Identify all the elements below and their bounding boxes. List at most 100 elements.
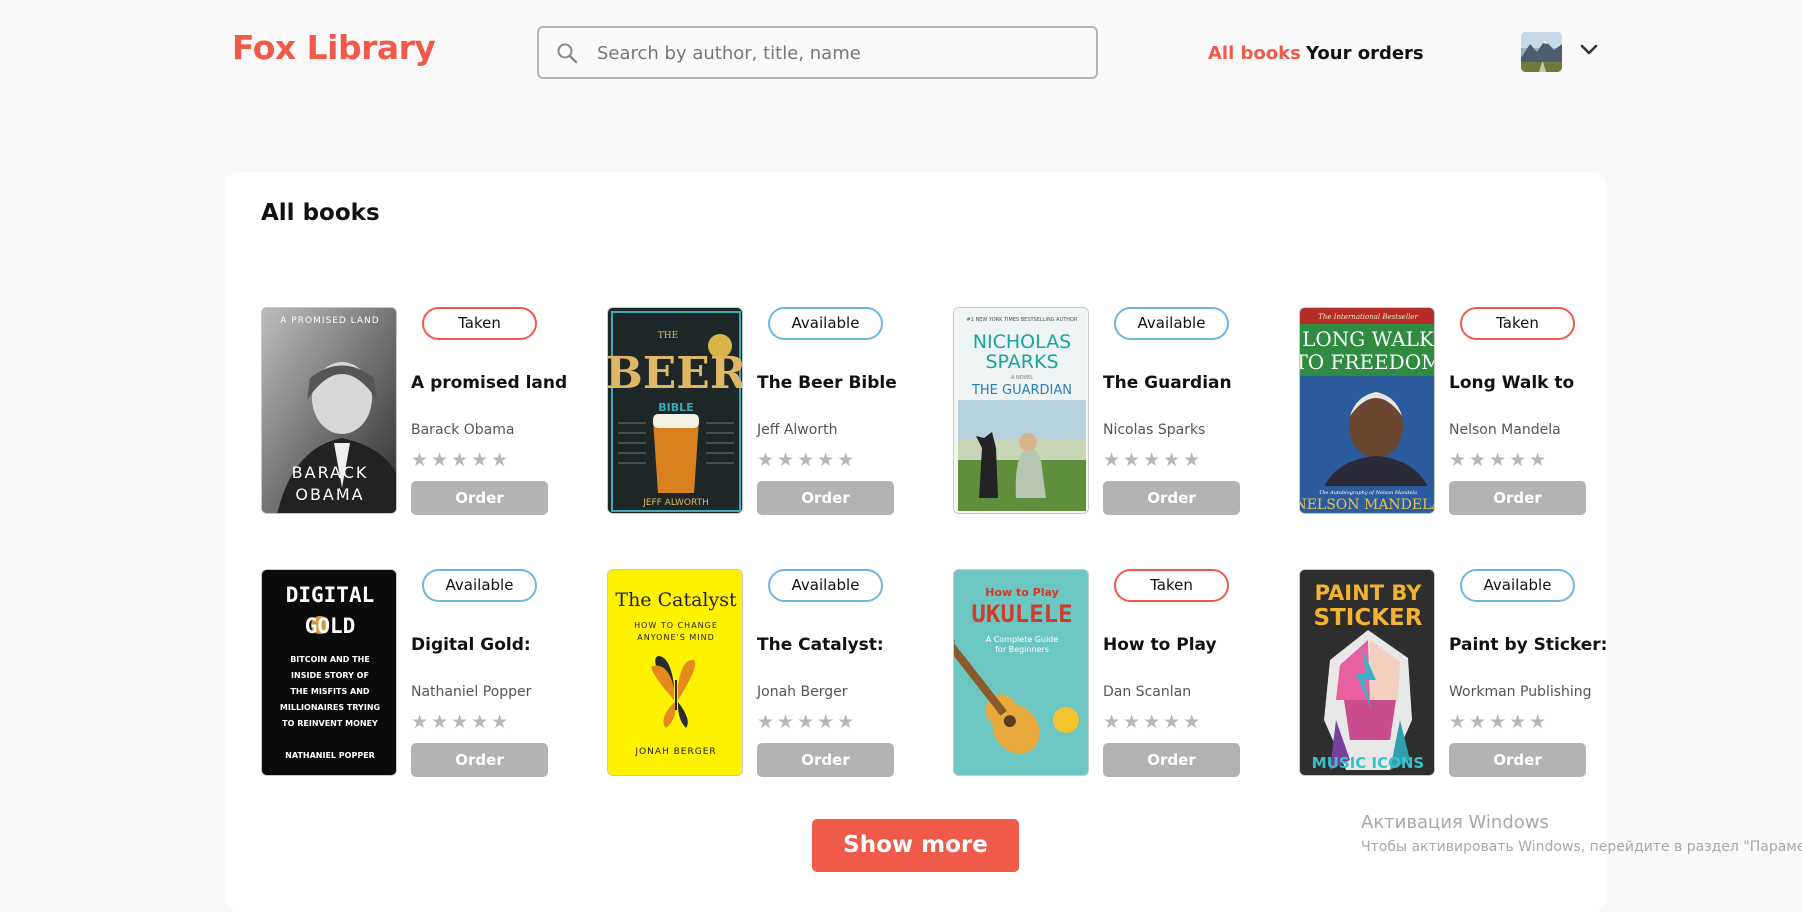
book-author: Nicolas Sparks [1103, 422, 1206, 438]
svg-text:MUSIC ICONS: MUSIC ICONS [1312, 754, 1424, 772]
svg-text:The Autobiography of Nelson Ma: The Autobiography of Nelson Mandela [1319, 490, 1417, 496]
svg-text:A NOVEL: A NOVEL [1011, 375, 1033, 381]
book-card: PAINT BY STICKER MUSIC ICONS Available P… [1299, 569, 1607, 779]
book-cover[interactable]: How to Play UKULELE A Complete Guide for… [953, 569, 1089, 776]
search-input[interactable] [595, 28, 1079, 79]
rating-stars[interactable]: ★★★★★ [1103, 449, 1203, 471]
book-card: DIGITAL GOLD BITCOIN AND THE INSIDE STOR… [261, 569, 561, 779]
book-card: #1 NEW YORK TIMES BESTSELLING AUTHOR NIC… [953, 307, 1253, 517]
rating-stars[interactable]: ★★★★★ [1449, 711, 1549, 733]
book-author: Barack Obama [411, 422, 515, 438]
svg-text:PAINT BY: PAINT BY [1315, 581, 1423, 605]
svg-text:OBAMA: OBAMA [295, 485, 364, 504]
avatar[interactable] [1521, 32, 1562, 72]
svg-text:The Catalyst: The Catalyst [615, 589, 737, 611]
svg-text:BARACK: BARACK [292, 463, 369, 482]
svg-text:NICHOLAS: NICHOLAS [973, 331, 1071, 353]
status-badge: Taken [422, 307, 537, 340]
svg-text:TO REINVENT MONEY: TO REINVENT MONEY [282, 719, 378, 728]
book-title[interactable]: A promised land [411, 373, 567, 393]
book-title[interactable]: How to Play [1103, 635, 1217, 655]
book-title[interactable]: The Guardian [1103, 373, 1232, 393]
book-card: The International Bestseller LONG WALK T… [1299, 307, 1599, 517]
status-badge: Available [1114, 307, 1229, 340]
svg-text:STICKER: STICKER [1314, 605, 1423, 631]
book-card: A PROMISED LAND BARACK OBAMA Taken A pro… [261, 307, 567, 517]
svg-text:MILLIONAIRES TRYING: MILLIONAIRES TRYING [280, 703, 380, 712]
svg-text:ANYONE'S MIND: ANYONE'S MIND [637, 633, 714, 642]
rating-stars[interactable]: ★★★★★ [757, 449, 857, 471]
rating-stars[interactable]: ★★★★★ [757, 711, 857, 733]
chevron-down-icon[interactable] [1580, 44, 1598, 56]
status-badge: Available [422, 569, 537, 602]
svg-text:#1 NEW YORK TIMES BESTSELLING: #1 NEW YORK TIMES BESTSELLING AUTHOR [967, 317, 1078, 323]
order-button[interactable]: Order [757, 743, 894, 777]
status-badge: Available [768, 569, 883, 602]
svg-text:BIBLE: BIBLE [658, 401, 693, 414]
svg-text:JONAH BERGER: JONAH BERGER [634, 747, 716, 757]
book-card: The Catalyst HOW TO CHANGE ANYONE'S MIND… [607, 569, 907, 779]
nav-your-orders[interactable]: Your orders [1306, 43, 1424, 64]
book-title[interactable]: Digital Gold: [411, 635, 531, 655]
svg-text:A PROMISED LAND: A PROMISED LAND [280, 316, 379, 326]
book-cover[interactable]: DIGITAL GOLD BITCOIN AND THE INSIDE STOR… [261, 569, 397, 776]
svg-text:UKULELE: UKULELE [971, 600, 1072, 628]
order-button[interactable]: Order [757, 481, 894, 515]
book-cover[interactable]: The Catalyst HOW TO CHANGE ANYONE'S MIND… [607, 569, 743, 776]
book-card: THE BEER BIBLE JEFF ALWORTH Available Th… [607, 307, 907, 517]
rating-stars[interactable]: ★★★★★ [411, 711, 511, 733]
svg-text:BITCOIN AND THE: BITCOIN AND THE [290, 655, 370, 664]
svg-text:HOW TO CHANGE: HOW TO CHANGE [634, 621, 718, 630]
order-button[interactable]: Order [1103, 743, 1240, 777]
status-badge: Available [1460, 569, 1575, 602]
order-button[interactable]: Order [1103, 481, 1240, 515]
books-panel [225, 172, 1607, 912]
watermark-text: Чтобы активировать Windows, перейдите в … [1361, 839, 1802, 855]
book-cover[interactable]: PAINT BY STICKER MUSIC ICONS [1299, 569, 1435, 776]
book-cover[interactable]: #1 NEW YORK TIMES BESTSELLING AUTHOR NIC… [953, 307, 1089, 514]
order-button[interactable]: Order [411, 481, 548, 515]
page-title: All books [261, 200, 380, 226]
book-author: Jonah Berger [757, 684, 848, 700]
rating-stars[interactable]: ★★★★★ [1449, 449, 1549, 471]
windows-activation-watermark: Активация Windows Чтобы активировать Win… [1361, 812, 1802, 855]
book-title[interactable]: Long Walk to [1449, 373, 1574, 393]
svg-text:THE GUARDIAN: THE GUARDIAN [971, 383, 1072, 398]
svg-text:BEER: BEER [608, 348, 743, 399]
book-card: How to Play UKULELE A Complete Guide for… [953, 569, 1253, 779]
svg-text:NELSON MANDELA: NELSON MANDELA [1300, 497, 1435, 513]
svg-text:How to Play: How to Play [985, 586, 1059, 599]
svg-text:THE: THE [658, 331, 678, 341]
book-author: Jeff Alworth [757, 422, 838, 438]
order-button[interactable]: Order [1449, 743, 1586, 777]
nav-all-books[interactable]: All books [1208, 43, 1301, 64]
watermark-title: Активация Windows [1361, 812, 1549, 833]
order-button[interactable]: Order [411, 743, 548, 777]
book-title[interactable]: The Catalyst: [757, 635, 884, 655]
book-cover[interactable]: The International Bestseller LONG WALK T… [1299, 307, 1435, 514]
search-icon [557, 43, 578, 64]
rating-stars[interactable]: ★★★★★ [411, 449, 511, 471]
svg-text:SPARKS: SPARKS [985, 351, 1058, 373]
svg-text:DIGITAL: DIGITAL [286, 583, 375, 607]
svg-text:A Complete Guide: A Complete Guide [986, 635, 1059, 644]
svg-text:The International Bestseller: The International Bestseller [1318, 313, 1418, 321]
book-title[interactable]: The Beer Bible [757, 373, 897, 393]
book-cover[interactable]: A PROMISED LAND BARACK OBAMA [261, 307, 397, 514]
svg-text:LONG WALK: LONG WALK [1302, 327, 1435, 351]
status-badge: Taken [1460, 307, 1575, 340]
svg-text:GOLD: GOLD [305, 614, 356, 638]
search-box[interactable] [537, 26, 1098, 79]
svg-text:THE MISFITS AND: THE MISFITS AND [290, 687, 369, 696]
book-author: Nelson Mandela [1449, 422, 1561, 438]
rating-stars[interactable]: ★★★★★ [1103, 711, 1203, 733]
book-title[interactable]: Paint by Sticker: [1449, 635, 1607, 655]
book-author: Dan Scanlan [1103, 684, 1192, 700]
book-cover[interactable]: THE BEER BIBLE JEFF ALWORTH [607, 307, 743, 514]
app-logo[interactable]: Fox Library [232, 28, 436, 67]
book-author: Nathaniel Popper [411, 684, 532, 700]
svg-text:NATHANIEL POPPER: NATHANIEL POPPER [285, 751, 375, 760]
order-button[interactable]: Order [1449, 481, 1586, 515]
show-more-button[interactable]: Show more [812, 819, 1019, 872]
svg-text:INSIDE STORY OF: INSIDE STORY OF [291, 671, 369, 680]
